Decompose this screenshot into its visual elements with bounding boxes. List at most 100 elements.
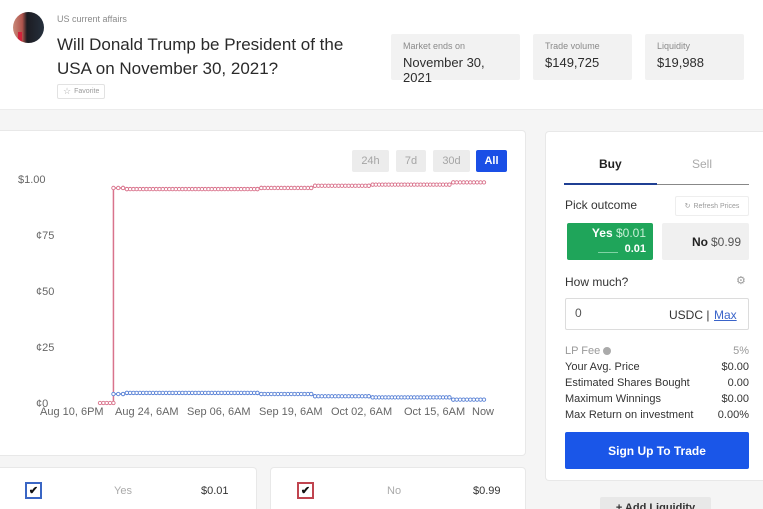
data-point-yes: [116, 391, 121, 397]
checkmark-icon: ✔: [28, 485, 39, 497]
data-point-no: [322, 183, 328, 188]
range-7d-button[interactable]: 7d: [396, 150, 426, 172]
favorite-button[interactable]: ☆ Favorite: [57, 84, 106, 99]
checkmark-icon: ✔: [300, 485, 311, 497]
data-point-yes: [475, 397, 480, 402]
data-point-yes: [329, 394, 334, 399]
data-point-yes: [447, 395, 452, 400]
refresh-icon: ↻: [684, 203, 691, 210]
x-tick-label: Sep 19, 6AM: [259, 406, 323, 418]
data-point-yes: [366, 394, 371, 399]
data-point-yes: [255, 390, 260, 396]
stat-label: Liquidity: [657, 41, 691, 51]
x-tick-label: Now: [472, 406, 494, 418]
info-row-lp-fee: LP Fee 5%: [565, 345, 749, 357]
data-point-no: [326, 183, 331, 188]
info-label: Your Avg. Price: [565, 361, 640, 373]
info-row-avg-price: Your Avg. Price $0.00: [565, 361, 749, 373]
data-point-no: [464, 180, 470, 185]
data-point-no: [312, 183, 318, 188]
data-point-no: [475, 180, 480, 185]
data-point-no: [316, 183, 321, 188]
info-label: Estimated Shares Bought: [565, 377, 690, 389]
data-point-no: [101, 400, 106, 406]
yes-label: Yes: [591, 226, 613, 240]
info-value: $0.00: [721, 393, 749, 405]
yes-checkbox[interactable]: ✔: [25, 482, 42, 499]
range-24h-button[interactable]: 24h: [352, 150, 389, 172]
y-tick-label: $1.00: [18, 174, 46, 186]
outcome-price: $0.99: [473, 485, 501, 497]
data-point-no: [111, 185, 116, 191]
tab-sell[interactable]: Sell: [692, 157, 712, 171]
tab-buy[interactable]: Buy: [599, 157, 622, 171]
data-point-yes: [461, 397, 466, 402]
data-point-yes: [471, 397, 476, 402]
info-value: 0.00: [727, 377, 749, 389]
data-point-yes: [481, 397, 487, 402]
data-point-yes: [457, 397, 463, 402]
market-header: US current affairs Will Donald Trump be …: [0, 0, 763, 110]
x-tick-label: Aug 24, 6AM: [115, 406, 179, 418]
data-point-yes: [349, 394, 355, 399]
data-point-no: [346, 183, 351, 188]
pick-no-button[interactable]: No $0.99: [662, 223, 749, 260]
data-point-no: [359, 183, 365, 188]
no-label: No: [691, 234, 708, 249]
data-point-yes: [333, 394, 338, 399]
data-point-no: [333, 183, 338, 188]
yes-price: $0.01: [615, 226, 646, 240]
market-category[interactable]: US current affairs: [57, 14, 127, 24]
data-point-yes: [309, 391, 314, 397]
pick-yes-button[interactable]: Yes $0.01 0.01: [567, 223, 653, 260]
info-icon[interactable]: [603, 347, 612, 355]
info-value: 0.00%: [717, 409, 749, 421]
data-point-no: [343, 183, 348, 188]
stat-label: Trade volume: [545, 41, 600, 51]
info-label: Maximum Winnings: [565, 393, 661, 405]
stat-trade-volume: Trade volume $149,725: [533, 34, 632, 80]
data-point-yes: [451, 397, 456, 402]
stat-value: November 30, 2021: [403, 55, 485, 85]
data-point-no: [97, 400, 103, 406]
data-point-yes: [343, 394, 348, 399]
data-point-yes: [312, 394, 318, 399]
data-point-no: [468, 180, 473, 185]
range-all-button[interactable]: All: [476, 150, 507, 172]
no-checkbox[interactable]: ✔: [297, 482, 314, 499]
data-point-yes: [322, 394, 328, 399]
outcome-name: Yes: [114, 485, 132, 497]
sign-up-to-trade-button[interactable]: Sign Up To Trade: [565, 432, 749, 469]
pick-outcome-label: Pick outcome: [565, 198, 638, 212]
y-tick-label: ¢75: [36, 230, 54, 242]
data-point-no: [255, 186, 260, 192]
gear-icon[interactable]: ⚙: [736, 274, 746, 287]
data-point-no: [461, 180, 466, 185]
max-link[interactable]: Max: [714, 308, 737, 322]
y-tick-label: ¢50: [36, 286, 54, 298]
info-value: $0.00: [721, 361, 749, 373]
price-chart: $1.00¢75¢50¢25¢0Aug 10, 6PM Aug 24, 6AM Se…: [18, 174, 494, 418]
data-point-yes: [356, 394, 361, 399]
data-point-no: [478, 180, 483, 185]
yes-sub-value: 0.01: [624, 243, 646, 255]
amount-input[interactable]: [575, 306, 655, 320]
outcome-card-no[interactable]: ✔ No $0.99: [270, 467, 526, 509]
currency-label: USDC |: [669, 308, 710, 322]
data-point-no: [309, 185, 314, 191]
stat-value: $19,988: [657, 55, 704, 70]
data-point-no: [481, 180, 487, 185]
data-point-yes: [478, 397, 483, 402]
range-30d-button[interactable]: 30d: [433, 150, 470, 172]
outcome-card-yes[interactable]: ✔ Yes $0.01: [0, 467, 257, 509]
info-row-max-return: Max Return on investment 0.00%: [565, 409, 749, 421]
data-point-no: [339, 183, 345, 188]
active-tab-indicator: [564, 183, 657, 185]
refresh-prices-button[interactable]: ↻ Refresh Prices: [675, 196, 749, 216]
data-point-no: [120, 185, 126, 191]
add-liquidity-button[interactable]: + Add Liquidity: [600, 497, 711, 509]
data-point-no: [111, 400, 116, 406]
x-tick-label: Sep 06, 6AM: [187, 406, 251, 418]
data-point-yes: [353, 394, 358, 399]
amount-field: USDC | Max: [565, 298, 749, 330]
